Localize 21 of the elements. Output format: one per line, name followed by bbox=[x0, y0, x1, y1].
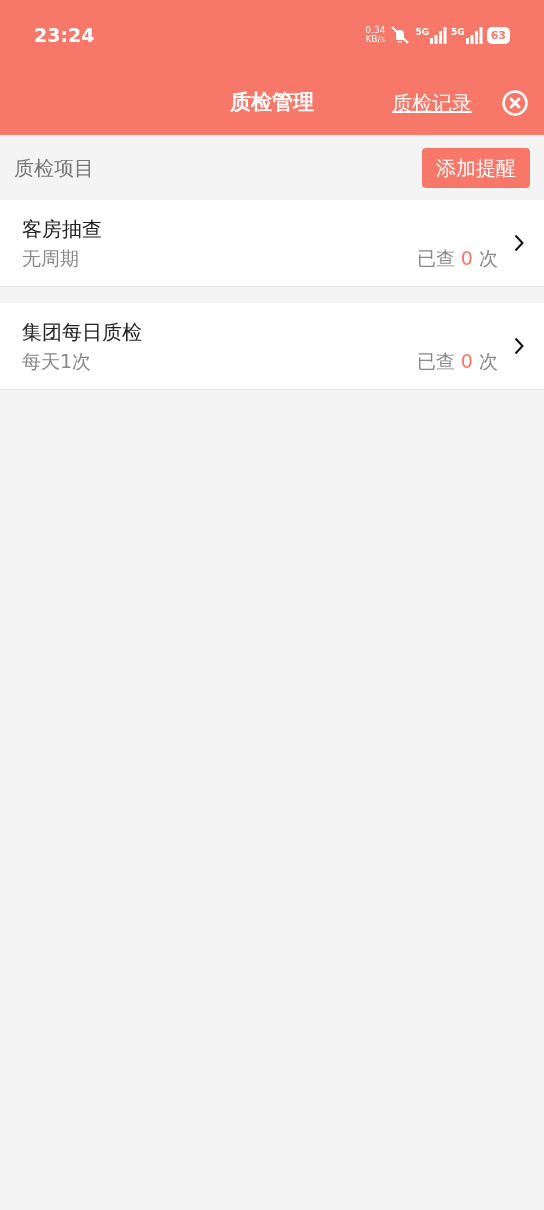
signal-icon bbox=[429, 26, 448, 44]
section-label: 质检项目 bbox=[14, 154, 94, 182]
network-speed-unit: KB/s bbox=[365, 35, 386, 45]
network-type: 5G bbox=[415, 26, 430, 39]
item-cycle: 每天1次 bbox=[22, 348, 92, 374]
list-item[interactable]: 客房抽查 无周期 已查 0 次 bbox=[0, 200, 544, 287]
network-speed: 0.34 bbox=[365, 25, 386, 35]
check-count: 已查 0 次 bbox=[416, 348, 498, 374]
battery-level: 63 bbox=[486, 26, 510, 44]
chevron-right-icon bbox=[514, 234, 524, 252]
network-type: 5G bbox=[451, 26, 465, 39]
chevron-right-icon bbox=[514, 337, 524, 355]
check-count: 已查 0 次 bbox=[416, 245, 498, 271]
list-item[interactable]: 集团每日质检 每天1次 已查 0 次 bbox=[0, 303, 544, 390]
signal-icon bbox=[464, 26, 483, 44]
status-time: 23:24 bbox=[34, 22, 95, 48]
item-title: 客房抽查 bbox=[22, 215, 103, 243]
page-title: 质检管理 bbox=[230, 88, 314, 116]
item-cycle: 无周期 bbox=[22, 245, 79, 271]
item-title: 集团每日质检 bbox=[22, 318, 143, 346]
close-icon[interactable] bbox=[502, 89, 528, 116]
